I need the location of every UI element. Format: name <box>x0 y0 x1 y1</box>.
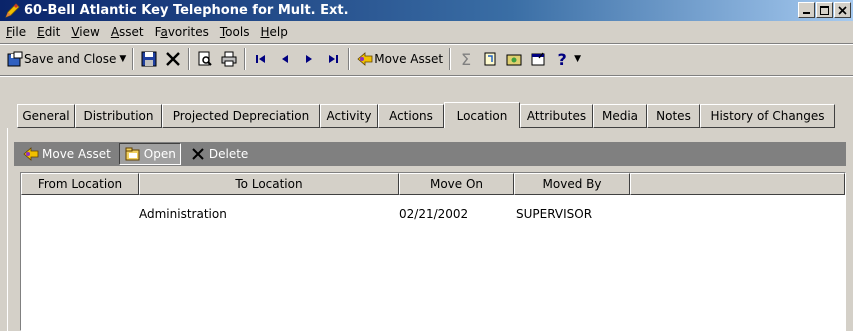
toolbar-separator <box>188 48 191 70</box>
move-asset-icon <box>356 50 374 68</box>
toolbar-separator <box>244 48 247 70</box>
cell-to-location: Administration <box>139 207 227 221</box>
tab-general[interactable]: General <box>17 104 75 128</box>
printer-icon <box>220 50 238 68</box>
menu-view[interactable]: View <box>71 25 99 39</box>
attach-button[interactable] <box>478 47 502 71</box>
toolbar-separator <box>449 48 452 70</box>
move-asset-button[interactable]: Move Asset <box>353 47 446 71</box>
move-asset-label: Move Asset <box>374 52 444 66</box>
column-header-moved-by[interactable]: Moved By <box>514 173 630 195</box>
tab-actions[interactable]: Actions <box>378 104 444 128</box>
last-record-button[interactable] <box>321 47 345 71</box>
location-toolbar: Move Asset Open Delete <box>14 142 846 166</box>
column-header-move-on[interactable]: Move On <box>399 173 514 195</box>
menu-tools[interactable]: Tools <box>220 25 250 39</box>
table-row[interactable]: Administration 02/21/2002 SUPERVISOR <box>21 207 845 225</box>
menu-file[interactable]: File <box>6 25 26 39</box>
minimize-icon[interactable] <box>798 2 815 18</box>
cell-moved-by: SUPERVISOR <box>516 207 593 221</box>
open-label: Open <box>143 147 176 161</box>
help-button[interactable]: ? ▼ <box>550 47 584 71</box>
window-title: 60-Bell Atlantic Key Telephone for Mult.… <box>24 3 349 18</box>
first-record-button[interactable] <box>249 47 273 71</box>
last-record-icon <box>324 50 342 68</box>
previous-record-icon <box>276 50 294 68</box>
chevron-down-icon[interactable]: ▼ <box>574 54 581 64</box>
main-toolbar: Save and Close ▼ Move Asset Σ ? ▼ <box>0 45 853 73</box>
toolbar-separator-line <box>0 75 853 77</box>
next-record-button[interactable] <box>297 47 321 71</box>
toolbar-separator <box>132 48 135 70</box>
delete-action-button[interactable]: Delete <box>185 144 252 164</box>
tab-location[interactable]: Location <box>444 102 520 128</box>
column-header-to-location[interactable]: To Location <box>139 173 399 195</box>
first-record-icon <box>252 50 270 68</box>
column-header-empty <box>630 173 845 195</box>
title-bar[interactable]: 60-Bell Atlantic Key Telephone for Mult.… <box>0 0 853 21</box>
floppy-icon <box>140 50 158 68</box>
maximize-icon[interactable] <box>816 2 833 18</box>
tab-activity[interactable]: Activity <box>320 104 378 128</box>
chevron-down-icon[interactable]: ▼ <box>119 54 126 64</box>
move-asset-icon <box>22 146 40 162</box>
sigma-icon: Σ <box>461 49 472 69</box>
save-close-icon <box>6 50 24 68</box>
menu-help[interactable]: Help <box>260 25 287 39</box>
open-button[interactable]: Open <box>118 143 181 165</box>
open-folder-icon <box>124 146 142 162</box>
tab-attributes[interactable]: Attributes <box>520 104 593 128</box>
save-close-button[interactable]: Save and Close ▼ <box>3 47 129 71</box>
properties-icon <box>529 50 547 68</box>
delete-x-icon <box>164 50 182 68</box>
save-close-label: Save and Close <box>24 52 117 66</box>
asset-window: 60-Bell Atlantic Key Telephone for Mult.… <box>0 0 853 331</box>
print-button[interactable] <box>217 47 241 71</box>
grid-header: From Location To Location Move On Moved … <box>21 173 845 195</box>
menu-edit[interactable]: Edit <box>37 25 60 39</box>
delete-action-label: Delete <box>208 147 249 161</box>
next-record-icon <box>300 50 318 68</box>
help-icon: ? <box>557 49 567 69</box>
pencil-icon <box>4 2 20 19</box>
tab-distribution[interactable]: Distribution <box>75 104 162 128</box>
cell-move-on: 02/21/2002 <box>399 207 469 221</box>
tab-projected-depreciation[interactable]: Projected Depreciation <box>162 104 320 128</box>
print-preview-button[interactable] <box>193 47 217 71</box>
menu-bar: File Edit View Asset Favorites Tools Hel… <box>0 21 853 42</box>
move-asset-action-button[interactable]: Move Asset <box>18 144 115 164</box>
menu-asset[interactable]: Asset <box>111 25 144 39</box>
properties-button[interactable] <box>526 47 550 71</box>
tab-media[interactable]: Media <box>593 104 647 128</box>
toolbar-separator <box>348 48 351 70</box>
print-preview-icon <box>196 50 214 68</box>
delete-button[interactable] <box>161 47 185 71</box>
column-header-from-location[interactable]: From Location <box>21 173 139 195</box>
tab-history-of-changes[interactable]: History of Changes <box>700 104 835 128</box>
folder-button[interactable] <box>502 47 526 71</box>
close-icon[interactable] <box>834 2 851 18</box>
save-button[interactable] <box>137 47 161 71</box>
folder-icon <box>505 50 523 68</box>
menu-favorites[interactable]: Favorites <box>155 25 209 39</box>
sum-button[interactable]: Σ <box>454 47 478 71</box>
delete-x-icon <box>189 146 207 162</box>
tab-notes[interactable]: Notes <box>647 104 700 128</box>
previous-record-button[interactable] <box>273 47 297 71</box>
location-grid[interactable]: From Location To Location Move On Moved … <box>20 172 846 331</box>
move-asset-action-label: Move Asset <box>42 147 111 161</box>
paperclip-icon <box>481 50 499 68</box>
